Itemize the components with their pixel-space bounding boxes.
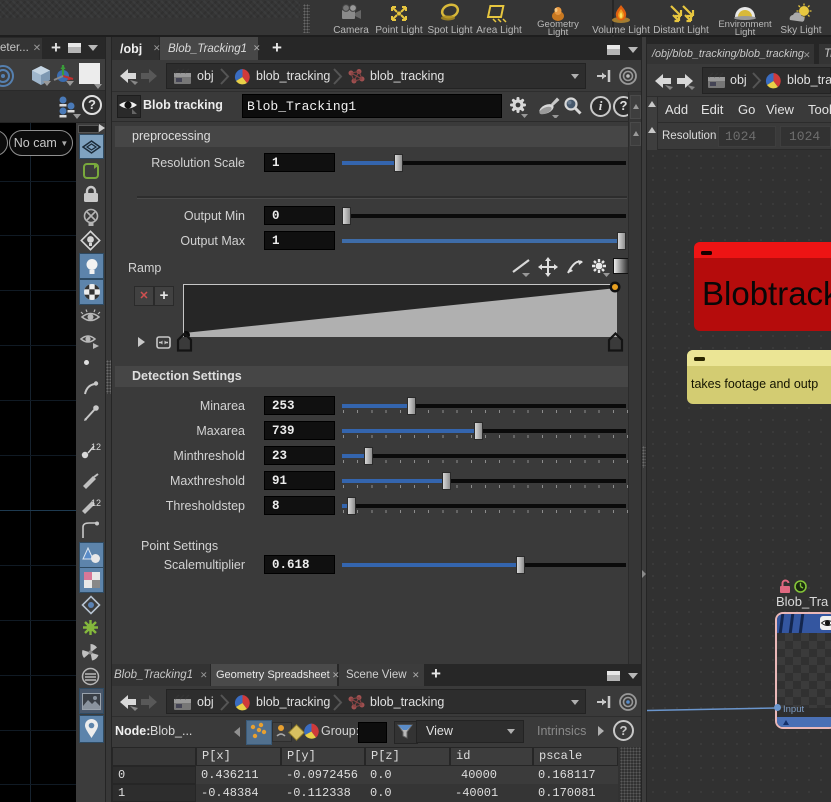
svg-text:12: 12	[91, 498, 101, 508]
svg-text:12: 12	[91, 442, 101, 452]
